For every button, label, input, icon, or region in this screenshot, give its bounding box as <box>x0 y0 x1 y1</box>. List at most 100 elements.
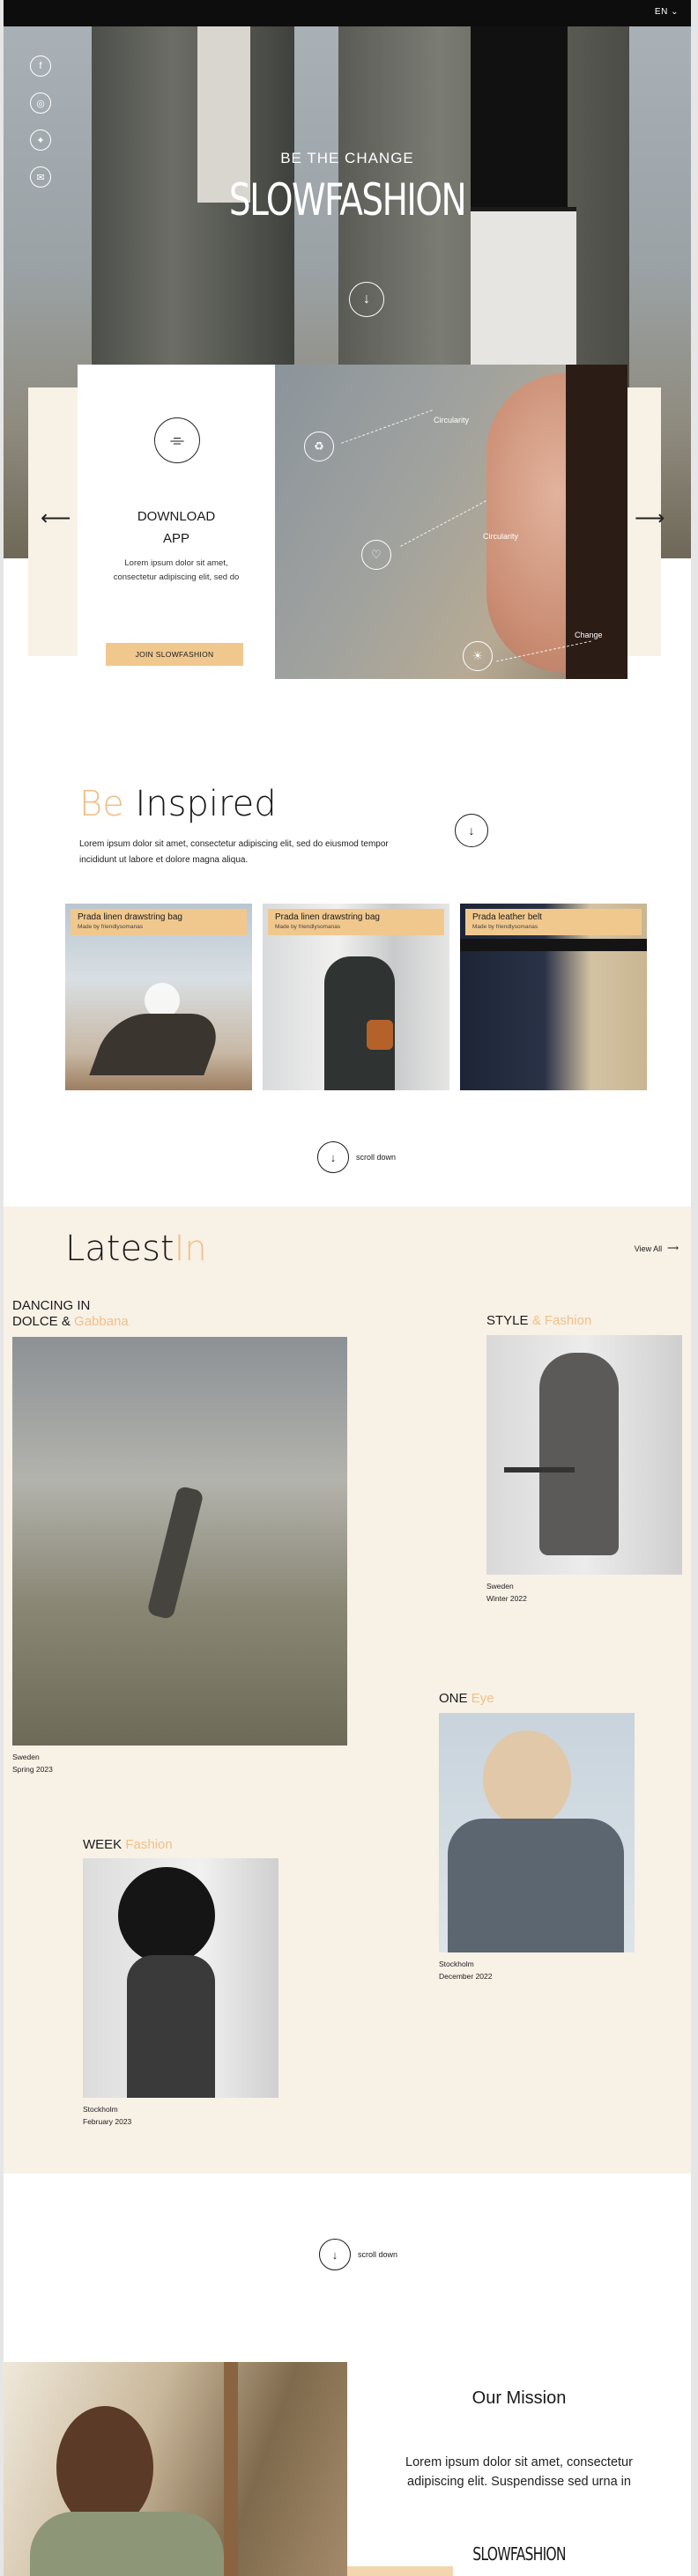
language-label: EN <box>654 7 668 17</box>
arrow-down-icon: ↓ <box>363 292 370 306</box>
item-date: Winter 2022 <box>486 1594 527 1603</box>
scroll-down-link[interactable]: ↓ scroll down <box>317 1141 396 1173</box>
join-button[interactable]: JOIN SLOWFASHION <box>106 643 243 666</box>
product-meta: Made by friendlysomanas <box>275 924 341 930</box>
latest-item-title[interactable]: DANCING IN DOLCE & Gabbana <box>12 1298 129 1330</box>
chair-frame <box>224 2362 238 2576</box>
scroll-down-label: scroll down <box>358 2250 398 2259</box>
slider-prev-arrow-icon[interactable]: ⟵ <box>41 506 71 531</box>
product-tag: Prada leather belt Made by friendlysoman… <box>465 909 642 935</box>
panel-label: Circularity <box>483 532 519 541</box>
latest-item-caption: Stockholm February 2023 <box>83 2103 131 2128</box>
item-date: Spring 2023 <box>12 1765 53 1774</box>
item-title-main: WEEK <box>83 1837 123 1852</box>
instagram-icon[interactable]: ◎ <box>30 92 51 114</box>
download-app-card: ⌯ DOWNLOAD APP Lorem ipsum dolor sit ame… <box>78 365 275 679</box>
item-title-line1: DANCING IN <box>12 1298 91 1313</box>
item-title-accent: Gabbana <box>74 1314 129 1329</box>
item-date: December 2022 <box>439 1972 493 1981</box>
product-tag: Prada linen drawstring bag Made by frien… <box>71 909 247 935</box>
panel-label: Change <box>575 631 603 639</box>
inspired-down-button[interactable]: ↓ <box>455 814 488 847</box>
email-icon[interactable]: ✉ <box>30 166 51 188</box>
latest-title: LatestIn <box>65 1229 207 1269</box>
mission-text: Lorem ipsum dolor sit amet, consectetur … <box>405 2455 633 2489</box>
arrow-down-icon: ↓ <box>317 1141 349 1173</box>
product-tag: Prada linen drawstring bag Made by frien… <box>268 909 444 935</box>
dashed-connector <box>400 500 486 547</box>
model-head <box>56 2406 153 2529</box>
facebook-icon[interactable]: f <box>30 55 51 77</box>
item-date: February 2023 <box>83 2117 132 2126</box>
hero-title: SLOWFASHION <box>228 174 467 225</box>
footer-logo: SLOWFASHION <box>472 2543 566 2565</box>
scroll-down-label: scroll down <box>356 1153 397 1162</box>
top-bar: EN ⌄ <box>4 0 691 26</box>
latest-item-caption: Sweden Winter 2022 <box>486 1580 527 1605</box>
latest-item-title[interactable]: STYLE & Fashion <box>486 1313 591 1329</box>
latest-section: LatestIn View All ⟶ DANCING IN DOLCE & G… <box>4 1207 691 2174</box>
hero-subtitle: BE THE CHANGE <box>280 150 414 166</box>
product-card[interactable]: Prada linen drawstring bag Made by frien… <box>65 904 252 1090</box>
panel-label: Circularity <box>434 416 470 424</box>
latest-item-image[interactable] <box>439 1713 635 1952</box>
view-all-link[interactable]: View All ⟶ <box>635 1244 679 1253</box>
product-name: Prada linen drawstring bag <box>275 912 380 922</box>
product-card[interactable]: Prada leather belt Made by friendlysoman… <box>460 904 647 1090</box>
twitter-icon[interactable]: ✦ <box>30 129 51 151</box>
seated-model <box>539 1353 619 1555</box>
inspired-title-main: Inspired <box>135 784 277 824</box>
dashed-connector <box>341 410 433 444</box>
language-selector[interactable]: EN ⌄ <box>655 7 679 17</box>
scroll-down-button[interactable]: ↓ <box>349 282 384 317</box>
page: EN ⌄ f ◎ ✦ ✉ BE THE CHANGE SLOWFASHION ↓… <box>4 0 691 2576</box>
arrow-right-icon: ⟶ <box>667 1244 679 1252</box>
model-hair <box>118 1867 215 1964</box>
item-title-main: STYLE <box>486 1313 529 1328</box>
product-bag <box>367 1020 393 1050</box>
inspired-title: Be Inspired <box>79 784 277 824</box>
product-meta: Made by friendlysomanas <box>78 924 144 930</box>
product-belt <box>460 939 647 951</box>
product-model <box>89 1014 226 1075</box>
item-title-accent: & Fashion <box>531 1313 592 1328</box>
chevron-down-icon: ⌄ <box>671 7 679 17</box>
latest-item-title[interactable]: WEEK Fashion <box>83 1837 173 1853</box>
latest-item-image[interactable] <box>12 1337 347 1746</box>
latest-item-image[interactable] <box>486 1335 682 1575</box>
item-location: Sweden <box>12 1753 40 1761</box>
latest-item-title[interactable]: ONE Eye <box>439 1691 494 1707</box>
chair <box>504 1467 575 1473</box>
item-title-accent: Eye <box>471 1691 494 1706</box>
recycle-icon: ♻ <box>304 432 334 461</box>
card-title-line1: DOWNLOAD <box>137 509 216 524</box>
scroll-down-link[interactable]: ↓ scroll down <box>319 2239 397 2270</box>
mission-title: Our Mission <box>472 2388 567 2408</box>
latest-title-accent: In <box>174 1229 207 1269</box>
photo-panel: ♻ ♡ ☀ Circularity Circularity Change <box>275 365 627 679</box>
latest-item-image[interactable] <box>83 1858 278 2098</box>
item-location: Stockholm <box>439 1960 474 1968</box>
card-text: Lorem ipsum dolor sit amet, consectetur … <box>113 558 240 582</box>
latest-title-main: Latest <box>65 1229 174 1269</box>
product-name: Prada linen drawstring bag <box>78 912 182 922</box>
model-coat <box>448 1819 624 1952</box>
product-name: Prada leather belt <box>472 912 542 922</box>
mission-accent-bar <box>347 2566 453 2576</box>
item-title-accent: Fashion <box>125 1837 173 1852</box>
inspired-title-accent: Be <box>79 784 124 824</box>
item-location: Stockholm <box>83 2105 118 2114</box>
inspired-text: Lorem ipsum dolor sit amet, consectetur … <box>79 839 389 865</box>
slider-next-arrow-icon[interactable]: ⟶ <box>635 506 665 531</box>
sun-glare <box>145 983 180 1018</box>
arrow-down-icon: ↓ <box>319 2239 351 2270</box>
latest-item-caption: Stockholm December 2022 <box>439 1958 492 1982</box>
view-all-label: View All <box>634 1244 663 1253</box>
latest-item-caption: Sweden Spring 2023 <box>12 1751 53 1775</box>
model-jacket <box>30 2512 224 2576</box>
card-title: DOWNLOAD APP <box>78 506 275 550</box>
product-card[interactable]: Prada linen drawstring bag Made by frien… <box>263 904 449 1090</box>
item-location: Sweden <box>486 1582 514 1591</box>
sun-icon: ☀ <box>463 641 493 671</box>
model-body <box>127 1955 215 2098</box>
